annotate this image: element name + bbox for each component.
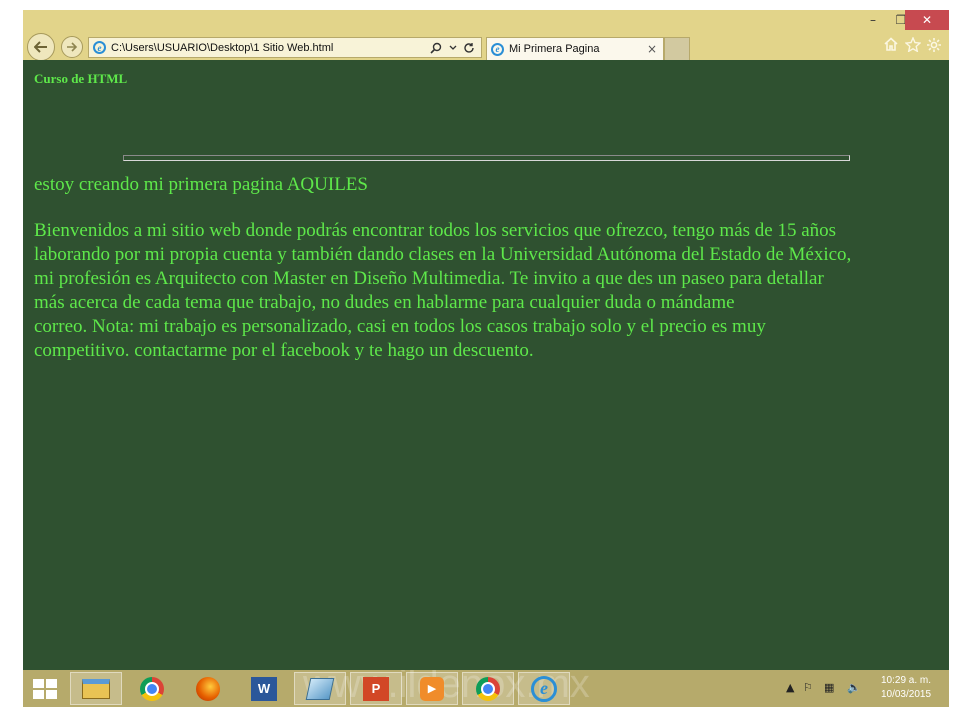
tab-mi-primera-pagina[interactable]: e Mi Primera Pagina × (486, 37, 664, 60)
firefox-icon (196, 676, 220, 701)
body-line: mi profesión es Arquitecto con Master en… (34, 268, 824, 289)
body-line: laborando por mi propia cuenta y también… (34, 244, 852, 265)
chrome-icon (476, 676, 500, 701)
back-button[interactable] (27, 33, 55, 61)
dropdown-arrow-icon[interactable] (449, 45, 457, 51)
taskbar-app[interactable] (294, 672, 346, 705)
taskbar-firefox[interactable] (182, 672, 234, 705)
minimize-button[interactable]: – (859, 10, 887, 30)
home-icon[interactable] (883, 37, 899, 52)
taskbar: www.ildenox.mx W P ▶ e ▲ ⚐ ▦ 🔈 10:29 a. … (23, 670, 949, 707)
forward-arrow-icon (67, 42, 78, 52)
app-icon (305, 677, 335, 700)
chrome-icon (140, 676, 164, 701)
star-icon[interactable] (905, 37, 921, 52)
clock-time: 10:29 a. m. (880, 675, 932, 686)
forward-button[interactable] (61, 36, 83, 58)
powerpoint-icon: P (363, 676, 389, 701)
search-icon[interactable] (429, 42, 443, 54)
close-window-button[interactable]: ✕ (905, 10, 949, 30)
page-heading: estoy creando mi primera pagina AQUILES (34, 174, 368, 195)
body-line: correo. Nota: mi trabajo es personalizad… (34, 316, 766, 337)
volume-icon[interactable]: 🔈 (847, 681, 861, 694)
internet-explorer-icon: e (531, 675, 557, 702)
address-bar[interactable]: e C:\Users\USUARIO\Desktop\1 Sitio Web.h… (88, 37, 482, 58)
tab-close-button[interactable]: × (647, 42, 657, 56)
page-body-text: Bienvenidos a mi sitio web donde podrás … (34, 219, 944, 363)
tab-favicon-icon: e (491, 42, 504, 56)
taskbar-word[interactable]: W (238, 672, 290, 705)
media-player-icon: ▶ (420, 676, 444, 701)
network-icon[interactable]: ▦ (824, 681, 834, 694)
start-button[interactable] (33, 679, 57, 699)
back-arrow-icon (34, 41, 47, 53)
page-header: Curso de HTML (34, 71, 128, 86)
taskbar-media-player[interactable]: ▶ (406, 672, 458, 705)
horizontal-rule (123, 155, 850, 161)
browser-window: – ❐ ✕ e C:\Users\USUARIO\Desktop\1 Sitio… (23, 10, 949, 707)
body-line: competitivo. contactarme por el facebook… (34, 340, 534, 361)
gear-icon[interactable] (926, 37, 942, 53)
word-icon: W (251, 676, 277, 701)
taskbar-chrome-2[interactable] (462, 672, 514, 705)
address-text: C:\Users\USUARIO\Desktop\1 Sitio Web.htm… (111, 41, 334, 54)
flag-icon[interactable]: ⚐ (803, 681, 813, 694)
page-favicon-icon: e (93, 41, 106, 54)
taskbar-file-explorer[interactable] (70, 672, 122, 705)
new-tab-button[interactable] (664, 37, 690, 60)
refresh-icon[interactable] (463, 42, 475, 54)
minimize-icon: – (870, 13, 876, 27)
web-page: Curso de HTML estoy creando mi primera p… (23, 60, 949, 670)
taskbar-powerpoint[interactable]: P (350, 672, 402, 705)
tab-title: Mi Primera Pagina (509, 43, 600, 55)
tray-expand-icon[interactable]: ▲ (786, 681, 794, 694)
taskbar-chrome[interactable] (126, 672, 178, 705)
taskbar-internet-explorer[interactable]: e (518, 672, 570, 705)
file-explorer-icon (82, 678, 110, 699)
clock[interactable]: 10:29 a. m. 10/03/2015 (878, 674, 934, 702)
body-line: más acerca de cada tema que trabajo, no … (34, 292, 735, 313)
close-icon: ✕ (921, 13, 933, 27)
clock-date: 10/03/2015 (880, 689, 932, 700)
body-line: Bienvenidos a mi sitio web donde podrás … (34, 220, 837, 241)
